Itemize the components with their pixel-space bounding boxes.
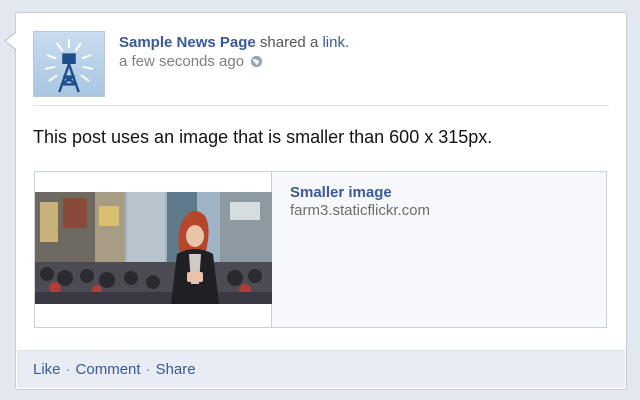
- like-button[interactable]: Like: [33, 361, 61, 378]
- link-domain: farm3.staticflickr.com: [290, 202, 431, 219]
- post-attribution: Sample News Page shared a link.: [119, 33, 349, 52]
- globe-icon[interactable]: [250, 55, 263, 68]
- action-separator: ·: [65, 361, 71, 378]
- link-thumbnail[interactable]: [35, 172, 272, 327]
- page-name-link[interactable]: Sample News Page: [119, 34, 256, 51]
- shared-verb: shared a: [259, 34, 319, 51]
- post-card: Sample News Page shared a link. a few se…: [15, 12, 627, 390]
- card-pointer-fill: [6, 33, 16, 49]
- post-meta: Sample News Page shared a link. a few se…: [119, 33, 349, 71]
- share-button[interactable]: Share: [156, 361, 196, 378]
- timestamp-row: a few seconds ago: [119, 52, 349, 71]
- link-info: Smaller image farm3.staticflickr.com: [290, 184, 430, 219]
- post-message: This post uses an image that is smaller …: [33, 127, 493, 147]
- shared-link-word[interactable]: link.: [322, 34, 349, 51]
- link-preview[interactable]: Smaller image farm3.staticflickr.com: [34, 171, 607, 328]
- radio-tower-icon: [44, 38, 94, 93]
- action-separator: ·: [145, 361, 151, 378]
- header-divider: [33, 105, 609, 106]
- timestamp[interactable]: a few seconds ago: [119, 52, 244, 71]
- link-title[interactable]: Smaller image: [290, 184, 430, 201]
- post-actions-bar: Like · Comment · Share: [17, 350, 625, 388]
- comment-button[interactable]: Comment: [76, 361, 141, 378]
- thumbnail-image[interactable]: [35, 192, 272, 304]
- post-header: Sample News Page shared a link. a few se…: [33, 31, 609, 99]
- page-avatar[interactable]: [33, 31, 105, 97]
- street-photo-image: [35, 192, 272, 304]
